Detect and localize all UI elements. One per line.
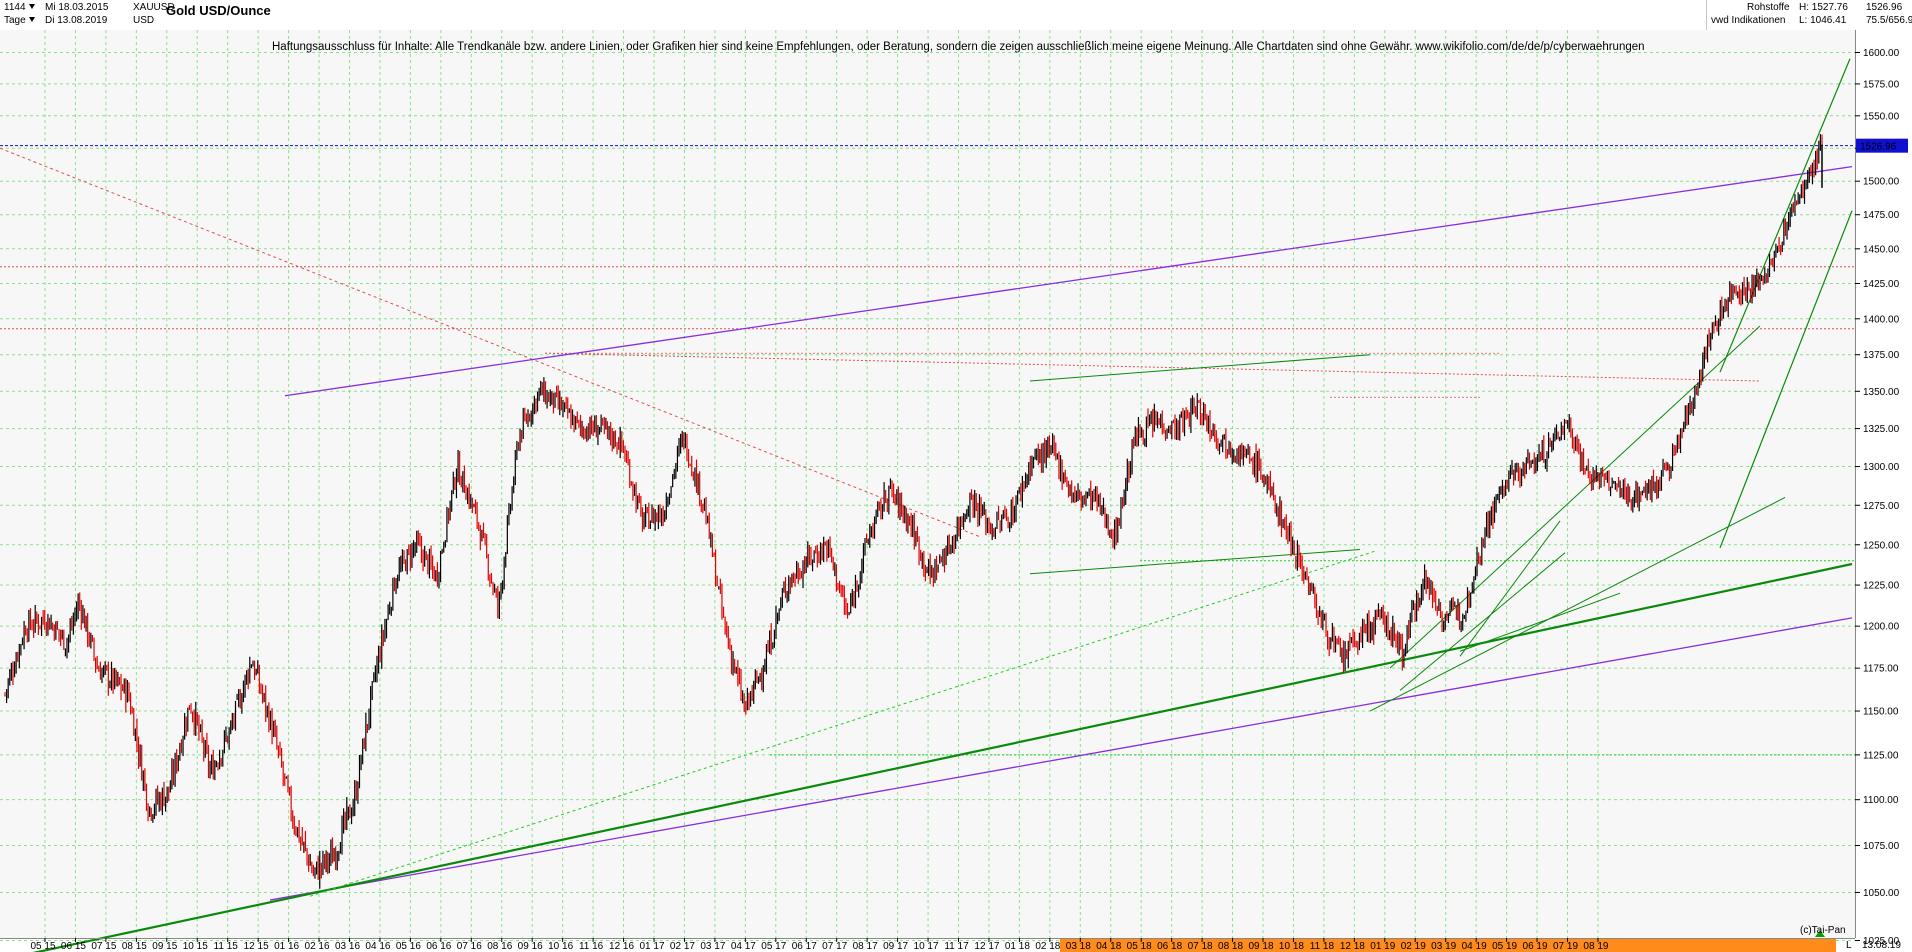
credit-text: (c)Tai-Pan bbox=[1800, 925, 1846, 936]
y-tick-label: 1350.00 bbox=[1863, 387, 1900, 398]
x-tick-label: 07 16 bbox=[457, 941, 482, 952]
x-tick-label: 11 16 bbox=[579, 941, 604, 952]
x-tick-label: 12 16 bbox=[609, 941, 634, 952]
x-tick-label: 11 18 bbox=[1310, 941, 1335, 952]
x-tick-label: 04 17 bbox=[731, 941, 756, 952]
x-tick-label: 12 15 bbox=[244, 941, 269, 952]
x-tick-label: 02 18 bbox=[1035, 941, 1060, 952]
y-tick-label: 1475.00 bbox=[1863, 210, 1900, 221]
x-tick-label: 03 19 bbox=[1431, 941, 1456, 952]
x-tick-label: 10 16 bbox=[548, 941, 573, 952]
x-tick-label: 08 16 bbox=[487, 941, 512, 952]
y-tick-label: 1500.00 bbox=[1863, 177, 1900, 188]
x-tick-label: 05 16 bbox=[396, 941, 421, 952]
y-tick-label: 1175.00 bbox=[1863, 664, 1899, 675]
y-tick-label: 1075.00 bbox=[1863, 841, 1900, 852]
x-tick-label: 09 18 bbox=[1248, 941, 1273, 952]
x-tick-label: 04 18 bbox=[1096, 941, 1121, 952]
gold-price-chart[interactable]: Haftungsausschluss für Inhalte: Alle Tre… bbox=[0, 0, 1912, 952]
x-tick-label: 05 15 bbox=[30, 941, 55, 952]
x-tick-label: 04 19 bbox=[1462, 941, 1487, 952]
x-tick-label: 10 18 bbox=[1279, 941, 1304, 952]
x-tick-label: 09 16 bbox=[518, 941, 543, 952]
y-tick-label: 1250.00 bbox=[1863, 540, 1900, 551]
y-tick-label: 1125.00 bbox=[1863, 750, 1899, 761]
last-date: 13.08.19 bbox=[1862, 940, 1901, 951]
y-tick-label: 1425.00 bbox=[1863, 279, 1900, 290]
x-tick-label: 01 18 bbox=[1005, 941, 1030, 952]
x-tick-label: 02 17 bbox=[670, 941, 695, 952]
x-tick-label: 07 17 bbox=[822, 941, 847, 952]
x-tick-label: 10 17 bbox=[914, 941, 939, 952]
x-tick-label: 05 18 bbox=[1127, 941, 1152, 952]
x-tick-label: 03 17 bbox=[700, 941, 725, 952]
x-tick-label: 07 19 bbox=[1553, 941, 1578, 952]
x-tick-label: 12 17 bbox=[974, 941, 999, 952]
x-tick-label: 05 19 bbox=[1492, 941, 1517, 952]
x-tick-label: 11 17 bbox=[944, 941, 969, 952]
x-tick-label: 03 16 bbox=[335, 941, 360, 952]
x-tick-label: 09 15 bbox=[152, 941, 177, 952]
y-tick-label: 1200.00 bbox=[1863, 622, 1900, 633]
x-tick-label: 01 17 bbox=[639, 941, 664, 952]
x-tick-label: 01 16 bbox=[274, 941, 299, 952]
x-tick-label: 08 17 bbox=[853, 941, 878, 952]
y-tick-label: 1050.00 bbox=[1863, 888, 1900, 899]
y-tick-label: 1275.00 bbox=[1863, 501, 1900, 512]
y-tick-label: 1225.00 bbox=[1863, 581, 1900, 592]
x-tick-label: 08 19 bbox=[1583, 941, 1608, 952]
x-tick-label: 12 18 bbox=[1340, 941, 1365, 952]
x-tick-label: 06 19 bbox=[1523, 941, 1548, 952]
x-tick-label: 01 19 bbox=[1370, 941, 1395, 952]
x-tick-label: 05 17 bbox=[761, 941, 786, 952]
x-tick-label: 09 17 bbox=[883, 941, 908, 952]
y-tick-label: 1150.00 bbox=[1863, 707, 1899, 718]
x-tick-label: 03 18 bbox=[1066, 941, 1091, 952]
x-tick-label: 08 15 bbox=[122, 941, 147, 952]
y-tick-label: 1100.00 bbox=[1863, 795, 1899, 806]
x-tick-label: 06 17 bbox=[792, 941, 817, 952]
x-tick-label: 02 19 bbox=[1401, 941, 1426, 952]
x-tick-label: 10 15 bbox=[183, 941, 208, 952]
x-tick-label: 07 18 bbox=[1188, 941, 1213, 952]
plot-area[interactable] bbox=[0, 30, 1855, 938]
y-tick-label: 1550.00 bbox=[1863, 111, 1900, 122]
y-tick-label: 1300.00 bbox=[1863, 462, 1900, 473]
y-tick-label: 1325.00 bbox=[1863, 424, 1900, 435]
y-tick-label: 1600.00 bbox=[1863, 48, 1900, 59]
x-tick-label: 02 16 bbox=[305, 941, 330, 952]
y-tick-label: 1400.00 bbox=[1863, 314, 1900, 325]
y-tick-label: 1375.00 bbox=[1863, 350, 1900, 361]
x-tick-label: 06 15 bbox=[61, 941, 86, 952]
y-tick-label: 1575.00 bbox=[1863, 79, 1900, 90]
y-axis: 1025.001050.001075.001100.001125.001150.… bbox=[1855, 30, 1908, 947]
y-tick-label: 1450.00 bbox=[1863, 244, 1900, 255]
x-tick-label: 06 18 bbox=[1157, 941, 1182, 952]
x-tick-label: 06 16 bbox=[426, 941, 451, 952]
x-tick-label: 04 16 bbox=[365, 941, 390, 952]
last-price-label: 1526.96 bbox=[1860, 142, 1897, 153]
x-tick-label: 11 15 bbox=[214, 941, 239, 952]
x-tick-label: 08 18 bbox=[1218, 941, 1243, 952]
disclaimer-text: Haftungsausschluss für Inhalte: Alle Tre… bbox=[272, 41, 1645, 53]
x-tick-label: 07 15 bbox=[91, 941, 116, 952]
scale-mode[interactable]: L bbox=[1846, 940, 1852, 951]
